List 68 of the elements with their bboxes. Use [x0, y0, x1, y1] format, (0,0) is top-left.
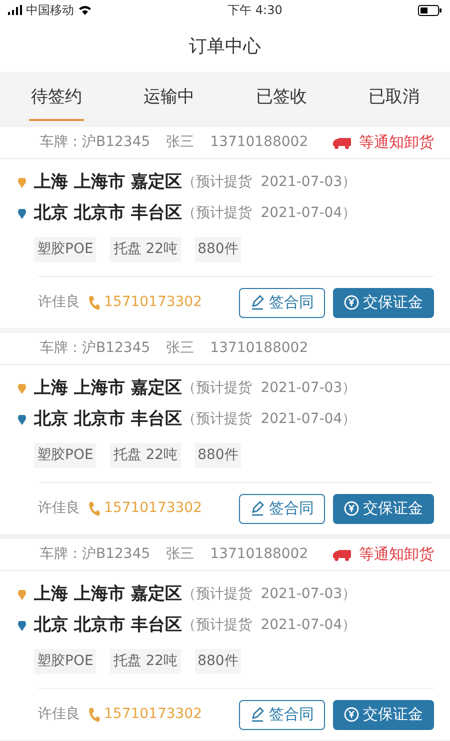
tab[interactable]: 运输中: [141, 75, 196, 121]
cargo-tag: 880件: [194, 237, 242, 262]
pen-icon: [250, 501, 265, 516]
contact-name: 许佳良: [38, 499, 80, 518]
location-pin-icon: [18, 384, 26, 394]
location-pin-icon: [18, 208, 26, 218]
driver-phone: 13710188002: [210, 545, 308, 564]
location-pin-icon: [18, 620, 26, 630]
battery-icon: [418, 4, 442, 16]
driver-phone: 13710188002: [210, 133, 308, 152]
tab[interactable]: 待签约: [28, 75, 84, 121]
driver-phone: 13710188002: [210, 339, 308, 358]
place-name: 北京 北京市 丰台区: [34, 408, 182, 431]
location-pin-icon: [18, 590, 26, 600]
place-name: 上海 上海市 嘉定区: [34, 170, 182, 194]
location-pin-icon: [18, 414, 26, 424]
status-label: 等通知卸货: [359, 132, 434, 154]
pay-deposit-button[interactable]: 交保证金: [333, 288, 434, 318]
carrier-name: 中国移动: [26, 2, 74, 19]
cargo-tag: 塑胶POE: [34, 237, 96, 262]
place-name: 北京 北京市 丰台区: [34, 614, 182, 637]
place-name: 北京 北京市 丰台区: [34, 202, 182, 225]
page-title: 订单中心: [189, 34, 261, 58]
pickup-date: （预计提货 2021-07-03）: [182, 380, 356, 398]
pickup-date: （预计提货 2021-07-03）: [182, 586, 356, 604]
pickup-date: （预计提货 2021-07-03）: [182, 174, 356, 192]
plate-number: 车牌：沪B12345: [40, 545, 150, 564]
phone-icon: [88, 500, 100, 516]
sign-contract-button[interactable]: 签合同: [239, 700, 325, 730]
contact-name: 许佳良: [38, 293, 80, 312]
driver-name: 张三: [166, 339, 194, 358]
place-name: 上海 上海市 嘉定区: [34, 582, 182, 606]
plate-number: 车牌：沪B12345: [40, 339, 150, 358]
cargo-tag: 880件: [194, 443, 242, 468]
cargo-tag: 塑胶POE: [34, 443, 96, 468]
sign-contract-button[interactable]: 签合同: [239, 494, 325, 524]
cargo-tag: 托盘 22吨: [110, 443, 181, 468]
tab[interactable]: 已取消: [366, 75, 422, 121]
driver-name: 张三: [166, 545, 194, 564]
cargo-tag: 托盘 22吨: [110, 649, 181, 674]
sign-contract-button[interactable]: 签合同: [239, 288, 325, 318]
pay-deposit-button[interactable]: 交保证金: [333, 494, 434, 524]
yuan-coin-icon: [344, 707, 359, 722]
pickup-date: （预计提货 2021-07-04）: [182, 617, 356, 635]
signal-icon: [8, 5, 22, 15]
truck-icon: [333, 548, 351, 560]
phone-icon: [88, 294, 100, 310]
truck-icon: [333, 136, 351, 148]
pen-icon: [250, 295, 265, 310]
tab[interactable]: 已签收: [254, 75, 309, 121]
pickup-date: （预计提货 2021-07-04）: [182, 411, 356, 429]
plate-number: 车牌：沪B12345: [40, 133, 150, 152]
status-label: 等通知卸货: [359, 544, 434, 566]
cargo-tag: 880件: [194, 649, 242, 674]
place-name: 上海 上海市 嘉定区: [34, 376, 182, 400]
clock-time: 下午 4:30: [226, 2, 284, 19]
pay-deposit-button[interactable]: 交保证金: [333, 700, 434, 730]
phone-icon: [88, 706, 100, 722]
location-pin-icon: [18, 178, 26, 188]
cargo-tag: 托盘 22吨: [110, 237, 181, 262]
contact-name: 许佳良: [38, 705, 80, 724]
driver-name: 张三: [166, 133, 194, 152]
cargo-tag: 塑胶POE: [34, 649, 96, 674]
pickup-date: （预计提货 2021-07-04）: [182, 205, 356, 223]
yuan-coin-icon: [344, 501, 359, 516]
pen-icon: [250, 707, 265, 722]
wifi-icon: [78, 5, 92, 15]
yuan-coin-icon: [344, 295, 359, 310]
